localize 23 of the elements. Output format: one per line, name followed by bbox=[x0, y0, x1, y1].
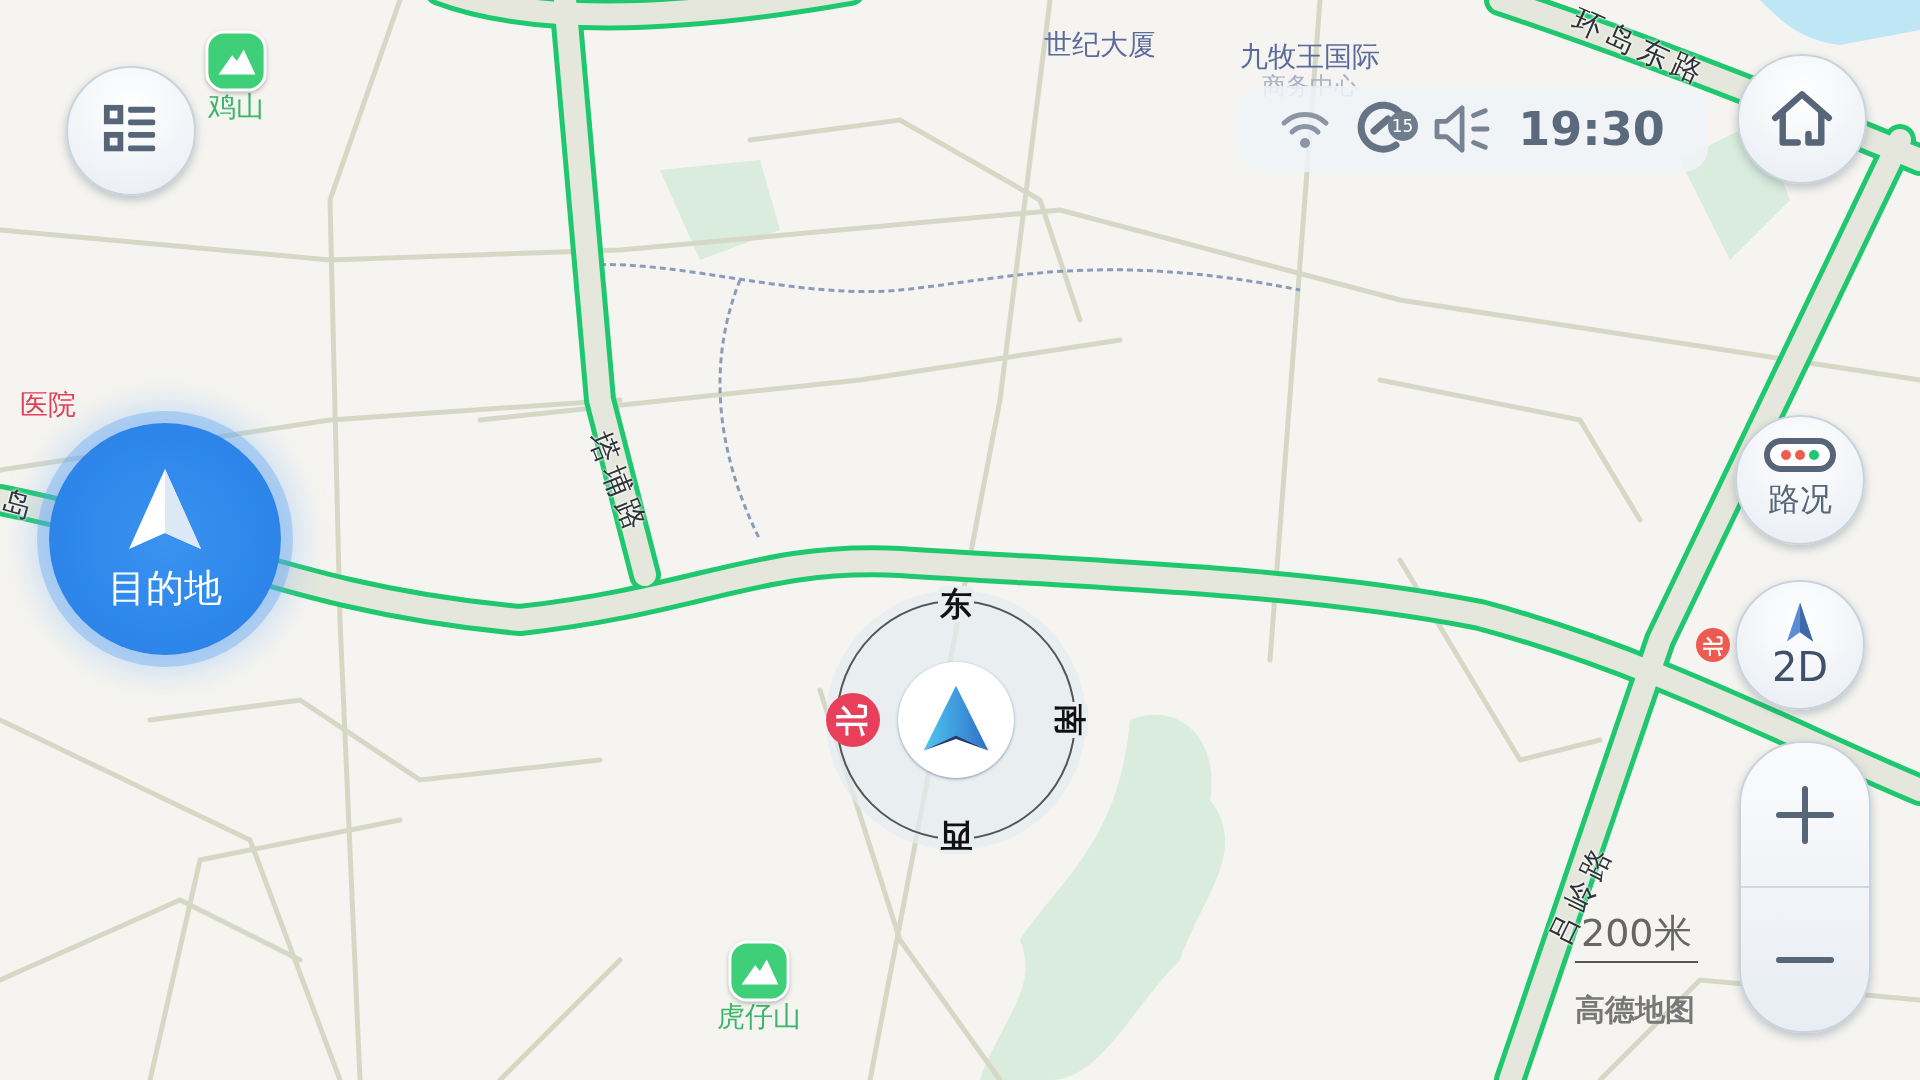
road-label: 环岛东路 bbox=[1566, 0, 1715, 95]
home-icon bbox=[1769, 89, 1835, 149]
poi-label[interactable]: 医院 bbox=[20, 390, 76, 421]
road-label: 岛 bbox=[0, 481, 43, 528]
poi-label[interactable]: 九牧王国际 bbox=[1240, 42, 1380, 73]
road-label: 塔埔路 bbox=[581, 426, 657, 542]
home-button[interactable] bbox=[1737, 54, 1867, 184]
satellite-count: 15 bbox=[1387, 111, 1418, 141]
compass-label: 东 bbox=[938, 586, 974, 622]
north-badge: 北 bbox=[1696, 628, 1730, 662]
traffic-button[interactable]: 路况 bbox=[1735, 415, 1865, 545]
poi-label[interactable]: 世纪大厦 bbox=[1044, 30, 1156, 61]
clock-time: 19:30 bbox=[1518, 102, 1665, 156]
north-badge: 北 bbox=[826, 693, 880, 747]
compass-label: 西 bbox=[938, 818, 974, 854]
traffic-light-icon bbox=[1764, 438, 1836, 472]
plus-icon bbox=[1775, 784, 1835, 845]
view-mode-button[interactable]: 2D bbox=[1735, 580, 1865, 710]
menu-button[interactable] bbox=[66, 66, 196, 196]
destination-button[interactable]: 目的地 bbox=[49, 423, 281, 655]
compass-label: 南 bbox=[1052, 702, 1088, 738]
attribution-text: 高德地图 bbox=[1575, 991, 1695, 1029]
minus-icon bbox=[1775, 954, 1835, 965]
